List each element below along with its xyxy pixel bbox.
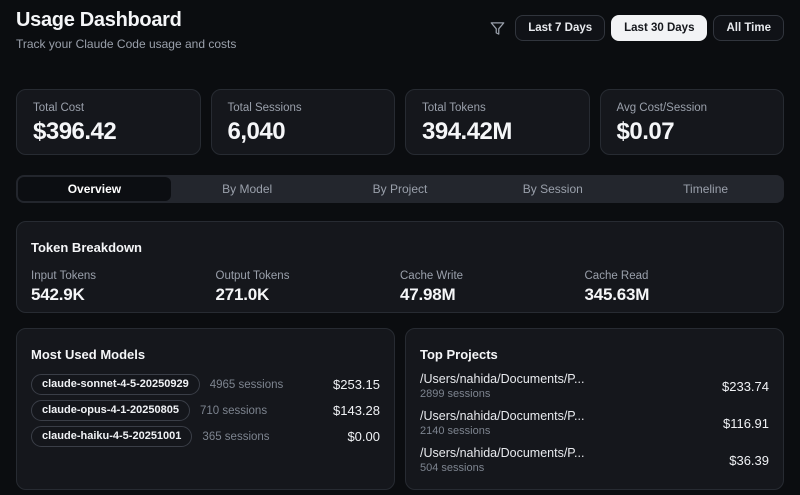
stat-card-total-tokens: Total Tokens 394.42M: [405, 89, 590, 155]
model-row: claude-sonnet-4-5-20250929 4965 sessions…: [31, 374, 380, 395]
stat-value: $396.42: [33, 118, 117, 145]
view-tabbar: Overview By Model By Project By Session …: [16, 175, 784, 203]
stats-row: Total Cost $396.42 Total Sessions 6,040 …: [16, 89, 784, 155]
model-name-badge: claude-opus-4-1-20250805: [31, 400, 190, 421]
token-label: Input Tokens: [31, 270, 97, 282]
stat-card-total-cost: Total Cost $396.42: [16, 89, 201, 155]
project-info: /Users/nahida/Documents/P... 2899 sessio…: [420, 372, 584, 400]
header-actions: Last 7 Days Last 30 Days All Time: [490, 9, 784, 41]
project-rows: /Users/nahida/Documents/P... 2899 sessio…: [420, 372, 769, 474]
funnel-filter-icon[interactable]: [490, 21, 505, 36]
stat-card-total-sessions: Total Sessions 6,040: [210, 89, 395, 155]
header-titles: Usage Dashboard Track your Claude Code u…: [16, 9, 236, 51]
token-label: Output Tokens: [215, 270, 290, 282]
project-cost: $233.74: [722, 378, 769, 394]
token-value: 47.98M: [400, 285, 456, 304]
most-used-models-panel: Most Used Models claude-sonnet-4-5-20250…: [16, 328, 395, 490]
date-range-toggle: Last 7 Days Last 30 Days All Time: [515, 15, 784, 41]
token-value: 542.9K: [31, 285, 85, 304]
stat-label: Total Tokens: [422, 102, 486, 114]
project-info: /Users/nahida/Documents/P... 504 session…: [420, 446, 584, 474]
project-cost: $36.39: [729, 452, 769, 468]
model-cost: $0.00: [347, 429, 380, 444]
most-used-models-title: Most Used Models: [31, 347, 146, 362]
project-row: /Users/nahida/Documents/P... 2899 sessio…: [420, 372, 769, 400]
token-label: Cache Write: [400, 270, 464, 282]
model-row: claude-opus-4-1-20250805 710 sessions $1…: [31, 400, 380, 421]
filter-last-30-days-button[interactable]: Last 30 Days: [611, 15, 708, 41]
stat-value: 394.42M: [422, 118, 512, 145]
model-name-badge: claude-haiku-4-5-20251001: [31, 426, 193, 447]
project-path: /Users/nahida/Documents/P...: [420, 372, 585, 386]
stat-label: Avg Cost/Session: [616, 102, 708, 114]
model-rows: claude-sonnet-4-5-20250929 4965 sessions…: [31, 374, 380, 447]
tab-timeline[interactable]: Timeline: [629, 177, 782, 201]
project-path: /Users/nahida/Documents/P...: [420, 409, 585, 423]
filter-all-time-button[interactable]: All Time: [713, 15, 784, 41]
model-name-badge: claude-sonnet-4-5-20250929: [31, 374, 200, 395]
bottom-row: Most Used Models claude-sonnet-4-5-20250…: [16, 328, 784, 490]
token-breakdown-title: Token Breakdown: [31, 240, 143, 255]
page-subtitle: Track your Claude Code usage and costs: [16, 37, 237, 51]
token-item-cache-read: Cache Read 345.63M: [585, 270, 770, 305]
model-cost: $253.15: [333, 377, 380, 392]
tab-by-model[interactable]: By Model: [171, 177, 324, 201]
page-title: Usage Dashboard: [16, 9, 182, 31]
stat-value: $0.07: [616, 118, 675, 145]
project-row: /Users/nahida/Documents/P... 2140 sessio…: [420, 409, 769, 437]
project-sessions: 2140 sessions: [420, 425, 491, 437]
stat-label: Total Cost: [33, 102, 85, 114]
project-sessions: 504 sessions: [420, 462, 485, 474]
token-value: 271.0K: [215, 285, 270, 304]
stat-label: Total Sessions: [227, 102, 302, 114]
tab-by-project[interactable]: By Project: [324, 177, 477, 201]
tab-overview[interactable]: Overview: [18, 177, 171, 201]
token-value: 345.63M: [584, 285, 650, 304]
project-path: /Users/nahida/Documents/P...: [420, 446, 585, 460]
stat-value: 6,040: [227, 118, 286, 145]
project-cost: $116.91: [722, 415, 769, 431]
model-cost: $143.28: [333, 403, 380, 418]
project-row: /Users/nahida/Documents/P... 504 session…: [420, 446, 769, 474]
model-sessions: 4965 sessions: [209, 378, 284, 391]
model-sessions: 365 sessions: [202, 430, 270, 443]
tab-by-session[interactable]: By Session: [476, 177, 629, 201]
filter-last-7-days-button[interactable]: Last 7 Days: [515, 15, 606, 41]
header: Usage Dashboard Track your Claude Code u…: [0, 0, 800, 51]
top-projects-title: Top Projects: [420, 347, 498, 362]
stat-card-avg-cost-session: Avg Cost/Session $0.07: [599, 89, 784, 155]
project-sessions: 2899 sessions: [420, 388, 491, 400]
token-breakdown-panel: Token Breakdown Input Tokens 542.9K Outp…: [16, 221, 784, 313]
token-item-cache-write: Cache Write 47.98M: [400, 270, 585, 305]
token-breakdown-grid: Input Tokens 542.9K Output Tokens 271.0K…: [31, 270, 769, 305]
token-item-output: Output Tokens 271.0K: [216, 270, 401, 305]
token-label: Cache Read: [584, 270, 649, 282]
model-row: claude-haiku-4-5-20251001 365 sessions $…: [31, 426, 380, 447]
model-sessions: 710 sessions: [199, 404, 268, 417]
project-info: /Users/nahida/Documents/P... 2140 sessio…: [420, 409, 584, 437]
top-projects-panel: Top Projects /Users/nahida/Documents/P..…: [405, 328, 784, 490]
token-item-input: Input Tokens 542.9K: [31, 270, 216, 305]
